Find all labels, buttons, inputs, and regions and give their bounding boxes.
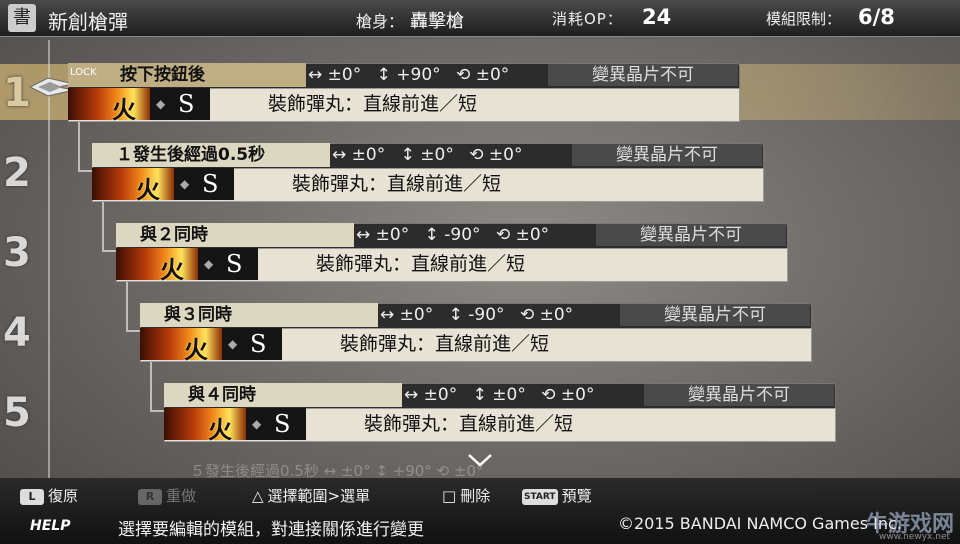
vertical-angle: ↕ ±0° [400, 145, 454, 165]
vertical-angle: ↕ ±0° [472, 385, 526, 405]
module-limit-label: 模組限制： [766, 10, 842, 28]
bullet-description: 裝飾彈丸：直線前進／短 [340, 333, 550, 355]
row-guide-line [48, 40, 50, 480]
bullet-description: 裝飾彈丸：直線前進／短 [316, 253, 526, 275]
rotation-angle: ⟲ ±0° [541, 385, 595, 405]
next-module-preview: ５發生後經過0.5秒 ↔ ±0° ↕ +90° ⟲ ±0° [190, 462, 484, 480]
module-limit-value: 6/8 [858, 5, 895, 29]
bullet-editor-icon: 書 [8, 4, 36, 32]
fire-element-icon [68, 88, 150, 120]
module-row[interactable]: １發生後經過0.5秒 ↔ ±0° ↕ ±0° ⟲ ±0° 變異晶片不可 火 ◆ S… [92, 143, 764, 204]
redo-button[interactable]: R 重做 [138, 486, 196, 506]
copyright-text: ©2015 BANDAI NAMCO Games Inc. [618, 514, 902, 533]
bullet-size-badge: ◆ S [222, 328, 282, 360]
row-number-4: 4 [3, 310, 31, 356]
bullet-size-badge: ◆ S [246, 408, 306, 440]
element-label: 火 [208, 416, 232, 444]
op-cost-value: 24 [642, 5, 672, 29]
bullet-size-badge: ◆ S [174, 168, 234, 200]
module-condition: 與２同時 [116, 223, 354, 247]
select-range-button[interactable]: △ 選擇範圍>選單 [252, 486, 370, 506]
row-number-5: 5 [3, 390, 31, 436]
rotation-angle: ⟲ ±0° [456, 65, 510, 85]
element-label: 火 [112, 96, 136, 124]
page-title: 新創槍彈 [48, 10, 128, 34]
bullet-description: 裝飾彈丸：直線前進／短 [292, 173, 502, 195]
element-label: 火 [184, 336, 208, 364]
square-button-icon: □ [442, 487, 457, 505]
mutation-chip-status: 變異晶片不可 [644, 384, 834, 406]
bullet-size: S [178, 90, 195, 118]
rotation-angle: ⟲ ±0° [495, 225, 550, 245]
bullet-size: S [202, 170, 219, 198]
watermark-url: www.newyx.net [878, 532, 950, 542]
bullet-description: 裝飾彈丸：直線前進／短 [268, 93, 478, 115]
module-row[interactable]: 與２同時 ↔ ±0° ↕ -90° ⟲ ±0° 變異晶片不可 火 ◆ S 裝飾彈丸… [116, 223, 788, 284]
bottom-bar: L 復原 R 重做 △ 選擇範圍>選單 □ 刪除 START 預覽 HELP 選擇要編輯的… [0, 478, 960, 544]
mutation-chip-status: 變異晶片不可 [572, 144, 762, 166]
module-condition: 與４同時 [164, 383, 402, 407]
delete-button[interactable]: □ 刪除 [442, 486, 490, 506]
select-range-label: 選擇範圍>選單 [267, 487, 371, 505]
horizontal-angle: ↔ ±0° [380, 305, 434, 325]
top-bar: 書 新創槍彈 槍身： 轟擊槍 消耗OP： 24 模組限制： 6/8 [0, 0, 960, 37]
bullet-description: 裝飾彈丸：直線前進／短 [364, 413, 574, 435]
module-condition: 按下按鈕後 [68, 63, 306, 87]
module-angles: ↔ ±0° ↕ -90° ⟲ ±0° [356, 223, 594, 247]
horizontal-angle: ↔ ±0° [356, 225, 410, 245]
help-label: HELP [30, 518, 71, 534]
module-condition: １發生後經過0.5秒 [92, 143, 330, 167]
module-angles: ↔ ±0° ↕ -90° ⟲ ±0° [380, 303, 618, 327]
horizontal-angle: ↔ ±0° [332, 145, 386, 165]
bullet-size: S [250, 330, 267, 358]
gun-type-value: 轟擊槍 [410, 11, 464, 32]
element-label: 火 [136, 176, 160, 204]
rotation-angle: ⟲ ±0° [469, 145, 523, 165]
mutation-chip-status: 變異晶片不可 [548, 64, 738, 86]
module-condition: 與３同時 [140, 303, 378, 327]
horizontal-angle: ↔ ±0° [308, 65, 362, 85]
row-number-3: 3 [3, 230, 31, 276]
module-angles: ↔ ±0° ↕ +90° ⟲ ±0° [308, 63, 546, 87]
undo-button[interactable]: L 復原 [20, 486, 78, 506]
row-number-2: 2 [3, 150, 31, 196]
horizontal-angle: ↔ ±0° [404, 385, 458, 405]
vertical-angle: ↕ -90° [448, 305, 505, 325]
undo-label: 復原 [48, 487, 79, 505]
vertical-angle: ↕ -90° [424, 225, 481, 245]
triangle-button-icon: △ [252, 487, 264, 505]
lock-tag: LOCK [70, 67, 97, 78]
module-angles: ↔ ±0° ↕ ±0° ⟲ ±0° [332, 143, 570, 167]
r-button-icon: R [138, 488, 162, 505]
l-button-icon: L [20, 488, 44, 505]
module-row[interactable]: 與４同時 ↔ ±0° ↕ ±0° ⟲ ±0° 變異晶片不可 火 ◆ S 裝飾彈丸：… [164, 383, 836, 444]
help-hint-text: 選擇要編輯的模組，對連接關係進行變更 [118, 520, 424, 540]
preview-button[interactable]: START 預覽 [522, 486, 592, 506]
fire-element-icon [164, 408, 246, 440]
preview-label: 預覽 [561, 487, 592, 505]
fire-element-icon [92, 168, 174, 200]
mutation-chip-status: 變異晶片不可 [620, 304, 810, 326]
bullet-size-badge: ◆ S [150, 88, 210, 120]
bullet-size: S [226, 250, 243, 278]
bullet-size-badge: ◆ S [198, 248, 258, 280]
delete-label: 刪除 [460, 487, 491, 505]
redo-label: 重做 [166, 487, 197, 505]
scroll-down-chevron-icon[interactable] [466, 452, 494, 468]
module-row[interactable]: 與３同時 ↔ ±0° ↕ -90° ⟲ ±0° 變異晶片不可 火 ◆ S 裝飾彈丸… [140, 303, 812, 364]
module-angles: ↔ ±0° ↕ ±0° ⟲ ±0° [404, 383, 642, 407]
fire-element-icon [116, 248, 198, 280]
fire-element-icon [140, 328, 222, 360]
start-button-icon: START [522, 488, 558, 505]
row-number-1: 1 [3, 70, 31, 116]
gun-type-label: 槍身： [356, 12, 405, 31]
mutation-chip-status: 變異晶片不可 [596, 224, 786, 246]
bullet-size: S [274, 410, 291, 438]
element-label: 火 [160, 256, 184, 284]
vertical-angle: ↕ +90° [376, 65, 441, 85]
module-row[interactable]: 按下按鈕後 ↔ ±0° ↕ +90° ⟲ ±0° 變異晶片不可 火 ◆ S 裝飾彈… [68, 63, 740, 124]
rotation-angle: ⟲ ±0° [519, 305, 574, 325]
op-cost-label: 消耗OP： [552, 10, 623, 28]
